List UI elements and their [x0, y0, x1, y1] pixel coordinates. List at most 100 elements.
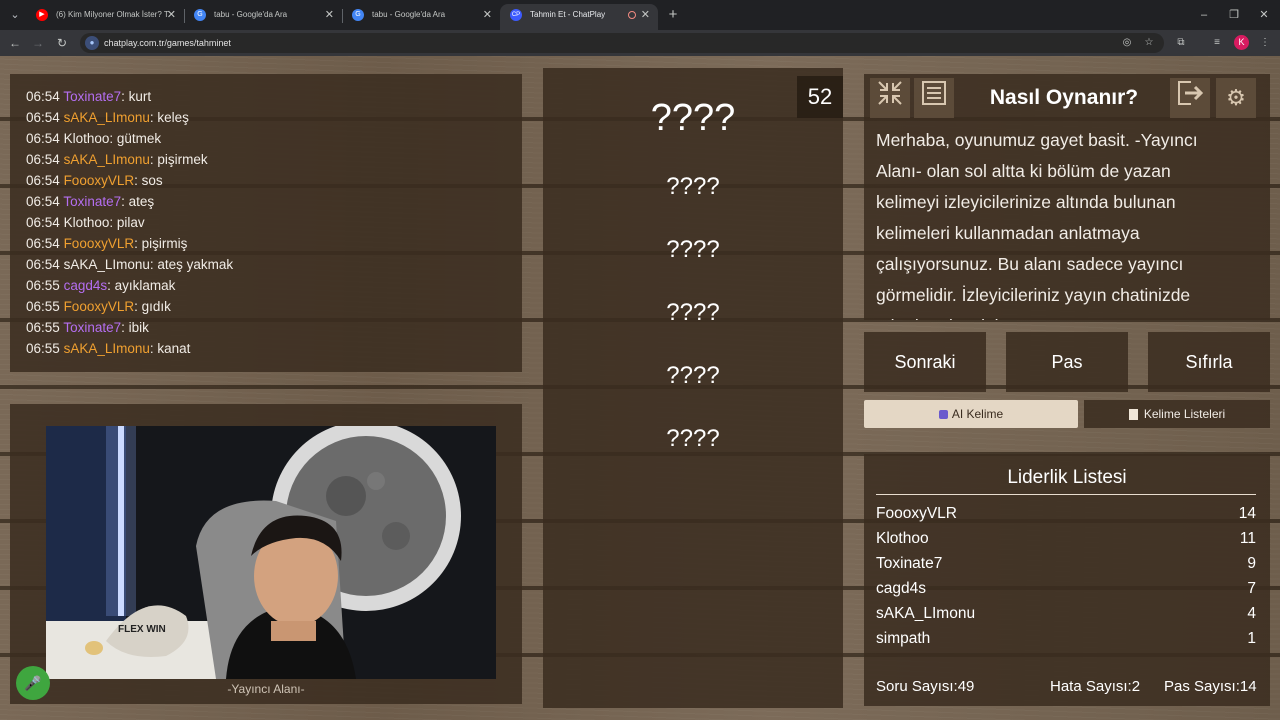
chat-username[interactable]: FoooxyVLR	[64, 173, 135, 188]
chat-text: : pişirmiş	[134, 236, 188, 251]
browser-toolbar: ← → ↻ ● chatplay.com.tr/games/tahminet ◎…	[0, 30, 1280, 56]
chat-time: 06:55	[26, 299, 60, 314]
chat-message: 06:55 Toxinate7: ibik	[26, 317, 149, 338]
chat-username[interactable]: sAKA_LImonu	[64, 152, 150, 167]
timer: 52	[797, 76, 843, 118]
question-count: Soru Sayısı:49	[876, 676, 974, 698]
tab-google-2[interactable]: G tabu - Google'da Ara ✕	[342, 4, 500, 30]
tab-google-1[interactable]: G tabu - Google'da Ara ✕	[184, 4, 342, 30]
settings-icon[interactable]: ⚙	[1216, 78, 1256, 118]
player-score: 11	[1239, 530, 1256, 547]
close-icon[interactable]: ✕	[483, 4, 492, 26]
address-bar[interactable]: ● chatplay.com.tr/games/tahminet ◎ ☆	[80, 33, 1164, 53]
collapse-icon[interactable]	[870, 78, 910, 118]
chat-username[interactable]: sAKA_LImonu	[64, 341, 150, 356]
chat-username[interactable]: Klothoo	[64, 215, 110, 230]
chat-time: 06:54	[26, 89, 60, 104]
forward-button[interactable]: →	[29, 34, 47, 52]
tab-chatplay[interactable]: CP Tahmin Et - ChatPlay ✕	[500, 4, 658, 30]
question-count-value: 49	[957, 678, 975, 695]
reload-button[interactable]: ↻	[53, 34, 71, 52]
pass-count: Pas Sayısı:14	[1164, 676, 1257, 698]
tab-title: (6) Kim Milyoner Olmak İster? T	[56, 10, 169, 19]
chat-time: 06:54	[26, 194, 60, 209]
close-icon[interactable]: ✕	[167, 4, 176, 26]
divider	[876, 494, 1256, 495]
recording-icon	[628, 11, 636, 19]
exit-icon[interactable]	[1170, 78, 1210, 118]
back-button[interactable]: ←	[6, 34, 24, 52]
close-icon[interactable]: ✕	[641, 4, 650, 26]
close-icon[interactable]: ✕	[325, 4, 334, 26]
chat-time: 06:55	[26, 278, 60, 293]
chat-text: : gütmek	[109, 131, 162, 146]
minimize-button[interactable]: –	[1192, 6, 1216, 24]
window-close-button[interactable]: ✕	[1252, 6, 1276, 24]
ai-word-tab[interactable]: AI Kelime	[864, 400, 1078, 428]
tab-search-button[interactable]: ⌄	[6, 6, 24, 24]
chat-text: : ateş	[121, 194, 155, 209]
chat-message: 06:54 FoooxyVLR: pişirmiş	[26, 233, 187, 254]
chat-username[interactable]: cagd4s	[64, 278, 108, 293]
tab-title: tabu - Google'da Ara	[372, 10, 446, 19]
chat-message: 06:54 Klothoo: gütmek	[26, 128, 161, 149]
chat-username[interactable]: Toxinate7	[63, 320, 121, 335]
chat-username[interactable]: sAKA_LImonu	[64, 257, 150, 272]
google-icon: G	[194, 9, 206, 21]
pass-button[interactable]: Pas	[1006, 332, 1128, 392]
word-lists-tab[interactable]: Kelime Listeleri	[1084, 400, 1270, 428]
media-control-icon[interactable]: ≡	[1210, 36, 1224, 50]
player-name: Toxinate7	[876, 555, 943, 572]
chat-username[interactable]: Klothoo	[64, 131, 110, 146]
chat-username[interactable]: Toxinate7	[63, 89, 121, 104]
microphone-button[interactable]: 🎤	[16, 666, 50, 700]
profile-avatar[interactable]: K	[1234, 35, 1249, 50]
chat-username[interactable]: sAKA_LImonu	[64, 110, 150, 125]
menu-icon[interactable]: ⋮	[1258, 36, 1272, 50]
word-panel: ???? ???????????????????? 52	[543, 68, 843, 708]
leaderboard-row: cagd4s 7	[876, 577, 1256, 601]
webcam-image: FLEX WIN	[46, 426, 496, 679]
clipboard-icon	[1128, 409, 1138, 421]
player-score: 9	[1247, 555, 1256, 572]
extensions-icon[interactable]: ⧉	[1174, 36, 1188, 50]
leaderboard-row: sAKA_LImonu 4	[876, 602, 1256, 626]
chat-text: : ayıklamak	[107, 278, 176, 293]
chat-text: : kanat	[149, 341, 191, 356]
bookmark-star-icon[interactable]: ☆	[1142, 36, 1156, 50]
how-to-play-text: Merhaba, oyunumuz gayet basit. -Yayıncı …	[876, 130, 1198, 320]
reset-button[interactable]: Sıfırla	[1148, 332, 1270, 392]
chat-text: : ibik	[121, 320, 149, 335]
new-tab-button[interactable]: +	[664, 6, 682, 24]
forbidden-word: ????	[666, 299, 720, 326]
restore-button[interactable]: ❐	[1222, 6, 1246, 24]
forbidden-word: ????	[666, 173, 720, 200]
tab-youtube[interactable]: ▶ (6) Kim Milyoner Olmak İster? T ✕	[26, 4, 184, 30]
youtube-icon: ▶	[36, 9, 48, 21]
forbidden-word: ????	[666, 362, 720, 389]
chat-panel: 06:54 Toxinate7: kurt 06:54 sAKA_LImonu: …	[10, 74, 522, 372]
chat-username[interactable]: Toxinate7	[63, 194, 121, 209]
next-button[interactable]: Sonraki	[864, 332, 986, 392]
chat-username[interactable]: FoooxyVLR	[64, 236, 135, 251]
chat-message: 06:54 sAKA_LImonu: keleş	[26, 107, 189, 128]
error-count: Hata Sayısı:2	[1050, 676, 1140, 698]
eye-off-icon[interactable]: ◎	[1120, 36, 1134, 50]
player-name: sAKA_LImonu	[876, 605, 976, 622]
chat-time: 06:54	[26, 215, 60, 230]
chat-message: 06:55 sAKA_LImonu: kanat	[26, 338, 190, 359]
chat-username[interactable]: FoooxyVLR	[64, 299, 135, 314]
chat-text: : gıdık	[134, 299, 171, 314]
site-info-icon[interactable]: ●	[85, 36, 99, 50]
chat-message: 06:54 Toxinate7: kurt	[26, 86, 151, 107]
error-count-label: Hata Sayısı:	[1050, 678, 1132, 695]
chat-message: 06:54 Klothoo: pilav	[26, 212, 145, 233]
notes-icon[interactable]	[914, 78, 954, 118]
leaderboard-row: FoooxyVLR 14	[876, 502, 1256, 526]
player-score: 14	[1238, 505, 1256, 522]
chat-message: 06:55 FoooxyVLR: gıdık	[26, 296, 171, 317]
player-score: 4	[1247, 605, 1256, 622]
player-name: cagd4s	[876, 580, 926, 597]
chat-time: 06:55	[26, 320, 60, 335]
chat-text: : kurt	[121, 89, 152, 104]
